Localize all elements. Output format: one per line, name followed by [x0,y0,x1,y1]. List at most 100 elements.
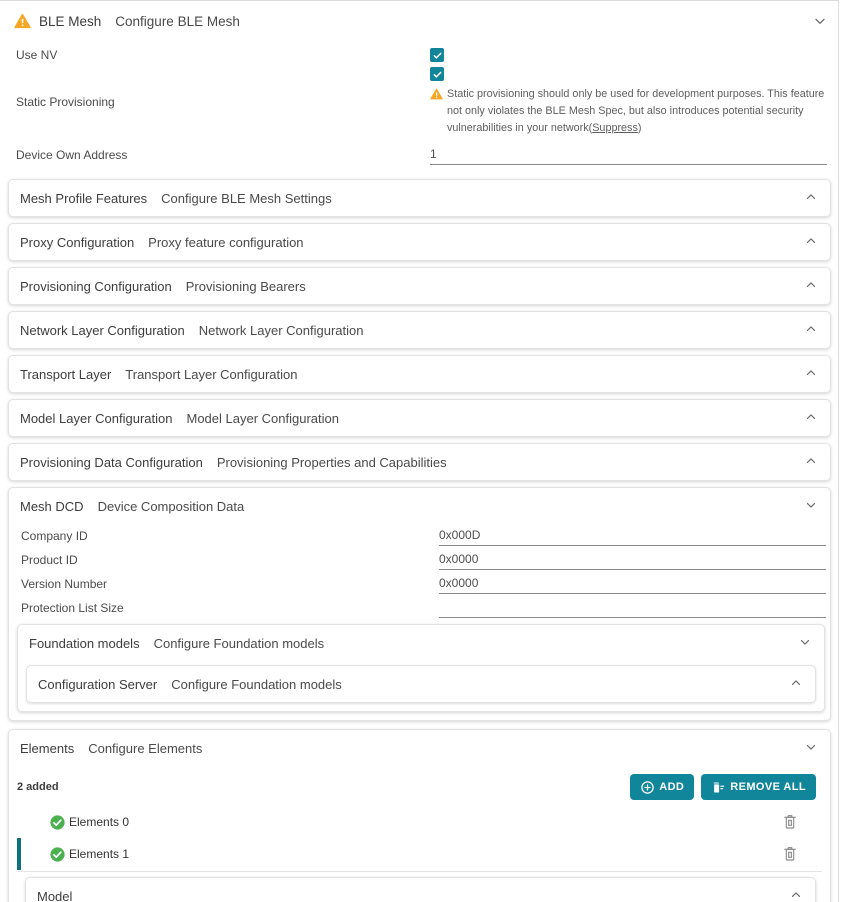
panel-title: Model [37,889,72,902]
panel-configuration-server: Configuration Server Configure Foundatio… [26,665,816,703]
panel-header[interactable]: Transport Layer Transport Layer Configur… [9,356,830,392]
panel-header[interactable]: Model Layer Configuration Model Layer Co… [9,400,830,436]
panel-title: Provisioning Configuration [20,279,172,294]
product-id-row: Product ID [9,548,830,572]
panel-subtitle: Model Layer Configuration [186,411,338,426]
trash-icon[interactable] [782,845,798,863]
elements-header[interactable]: Elements Configure Elements [9,730,830,766]
warning-icon [430,86,443,137]
trash-icon[interactable] [782,813,798,831]
use-nv-row: Use NV [0,43,838,67]
protection-list-size-input[interactable] [439,598,826,618]
panel-header[interactable]: Proxy Configuration Proxy feature config… [9,224,830,260]
chevron-up-icon [804,190,820,206]
chevron-up-icon [804,234,820,250]
remove-all-button-label: REMOVE ALL [730,781,806,793]
chevron-down-icon [798,635,814,651]
warning-icon [14,13,31,29]
remove-all-button[interactable]: REMOVE ALL [701,774,816,800]
use-nv-label: Use NV [16,48,430,62]
panel-title: Foundation models [29,636,140,651]
chevron-up-icon [804,322,820,338]
check-circle-icon [49,814,66,831]
panel-title: Mesh Profile Features [20,191,147,206]
static-provisioning-label: Static Provisioning [16,95,430,109]
panel-title: Network Layer Configuration [20,323,185,338]
device-own-address-input[interactable] [430,145,827,165]
elements-added-count: 2 added [17,781,59,793]
panel-elements: Elements Configure Elements 2 added ADD [8,729,831,902]
panel-mesh-dcd: Mesh DCD Device Composition Data Company… [8,487,831,721]
product-id-label: Product ID [21,553,439,567]
panel-header[interactable]: Mesh Profile Features Configure BLE Mesh… [9,180,830,216]
chevron-up-icon [789,888,805,902]
mesh-dcd-header[interactable]: Mesh DCD Device Composition Data [9,488,830,524]
panel-subtitle: Configure Elements [88,741,202,756]
panel-subtitle: Provisioning Properties and Capabilities [217,455,447,470]
chevron-down-icon [804,740,820,756]
panel-foundation-models: Foundation models Configure Foundation m… [17,624,825,712]
chevron-up-icon [804,454,820,470]
panel-header[interactable]: Provisioning Configuration Provisioning … [9,268,830,304]
company-id-input[interactable] [439,526,826,546]
ble-mesh-module-card: BLE Mesh Configure BLE Mesh Use NV Stati… [0,0,839,902]
panel-title: Proxy Configuration [20,235,134,250]
panel-title: Provisioning Data Configuration [20,455,203,470]
panel-provisioning-data-configuration: Provisioning Data Configuration Provisio… [8,443,831,481]
chevron-down-icon [804,498,820,514]
chevron-up-icon [789,676,805,692]
add-button[interactable]: ADD [630,774,694,800]
static-provisioning-warning: Static provisioning should only be used … [430,86,827,137]
panel-transport-layer: Transport Layer Transport Layer Configur… [8,355,831,393]
version-number-input[interactable] [439,574,826,594]
warning-text-close: ) [638,122,642,134]
panel-title: Model Layer Configuration [20,411,172,426]
panel-title: Elements [20,741,74,756]
product-id-input[interactable] [439,550,826,570]
company-id-label: Company ID [21,529,439,543]
company-id-row: Company ID [9,524,830,548]
chevron-down-icon [812,13,828,29]
panel-proxy-configuration: Proxy Configuration Proxy feature config… [8,223,831,261]
check-circle-icon [49,846,66,863]
ble-mesh-header[interactable]: BLE Mesh Configure BLE Mesh [0,1,838,39]
static-provisioning-checkbox[interactable] [430,67,444,81]
static-provisioning-row: Static Provisioning Static provisioning … [0,67,838,137]
foundation-models-header[interactable]: Foundation models Configure Foundation m… [18,625,824,661]
panel-subtitle: Configure Foundation models [171,677,342,692]
panel-subtitle: Device Composition Data [98,499,245,514]
elements-toolbar: 2 added ADD [17,772,816,802]
plus-circle-icon [640,780,655,795]
panel-subtitle: Proxy feature configuration [148,235,303,250]
version-number-row: Version Number [9,572,830,596]
panel-subtitle: Provisioning Bearers [186,279,306,294]
chevron-up-icon [804,278,820,294]
panel-mesh-profile-features: Mesh Profile Features Configure BLE Mesh… [8,179,831,217]
add-button-label: ADD [659,781,684,793]
panel-header[interactable]: Network Layer Configuration Network Laye… [9,312,830,348]
panel-provisioning-configuration: Provisioning Configuration Provisioning … [8,267,831,305]
protection-list-size-label: Protection List Size [21,601,439,615]
panel-network-layer-configuration: Network Layer Configuration Network Laye… [8,311,831,349]
device-own-address-row: Device Own Address [0,137,838,173]
device-own-address-label: Device Own Address [16,148,430,162]
element-row-1[interactable]: Elements 1 [9,838,830,870]
element-label: Elements 1 [69,847,129,861]
version-number-label: Version Number [21,577,439,591]
panel-subtitle: Network Layer Configuration [199,323,364,338]
protection-list-size-row: Protection List Size [9,596,830,620]
panel-title: Configuration Server [38,677,157,692]
element-row-0[interactable]: Elements 0 [9,806,830,838]
model-header[interactable]: Model [26,878,815,902]
divider [17,871,822,872]
module-subtitle: Configure BLE Mesh [115,14,240,29]
configuration-server-header[interactable]: Configuration Server Configure Foundatio… [27,666,815,702]
panel-subtitle: Configure BLE Mesh Settings [161,191,332,206]
element-label: Elements 0 [69,815,129,829]
panel-title: Transport Layer [20,367,111,382]
use-nv-checkbox[interactable] [430,48,444,62]
panel-subtitle: Transport Layer Configuration [125,367,297,382]
delete-sweep-icon [711,780,726,795]
panel-header[interactable]: Provisioning Data Configuration Provisio… [9,444,830,480]
suppress-link[interactable]: Suppress [592,122,638,134]
